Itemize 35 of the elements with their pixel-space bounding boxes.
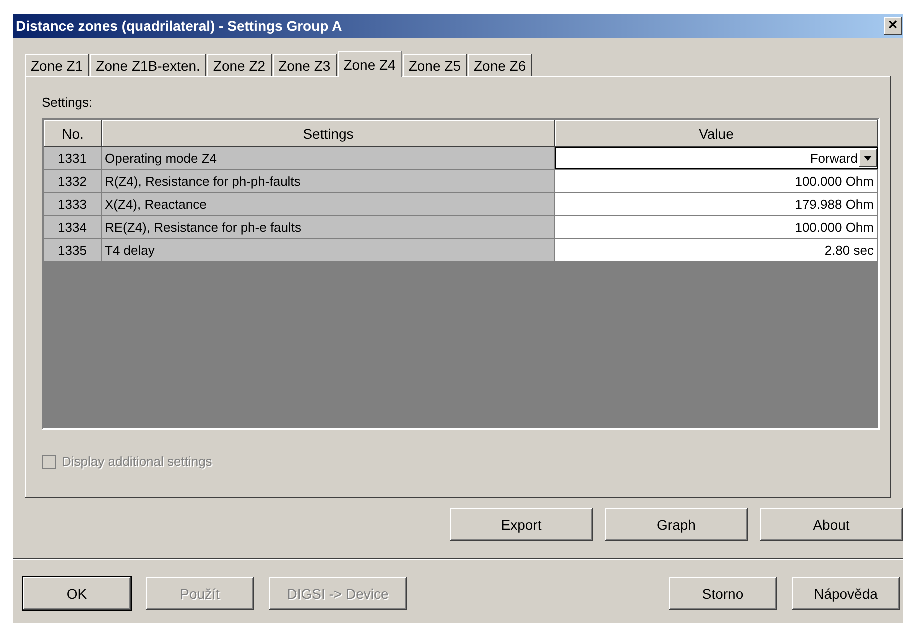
tab[interactable]: Zone Z3 [272,54,337,76]
value-cell[interactable]: 100.000 Ohm [555,170,878,193]
dialog-button[interactable]: Storno [669,577,777,610]
checkbox-label: Display additional settings [62,454,212,469]
table-cell: 1334 [44,216,102,239]
table-cell: Operating mode Z4 [102,147,555,170]
table-cell: X(Z4), Reactance [102,193,555,216]
column-header[interactable]: No. [44,120,102,147]
tool-button[interactable]: About [760,508,903,541]
table-cell: 1333 [44,193,102,216]
value-cell[interactable]: 179.988 Ohm [555,193,878,216]
tool-button[interactable]: Graph [605,508,748,541]
window-title: Distance zones (quadrilateral) - Settings Group A [16,18,342,34]
tab[interactable]: Zone Z6 [468,54,532,76]
close-button[interactable]: × [884,17,902,35]
table-cell: RE(Z4), Resistance for ph-e faults [102,216,555,239]
tab[interactable]: Zone Z2 [207,54,272,76]
tool-button[interactable]: Export [450,508,593,541]
value-cell[interactable]: 100.000 Ohm [555,216,878,239]
tab[interactable]: Zone Z1B-exten. [90,54,206,76]
table-cell: 1332 [44,170,102,193]
settings-label: Settings: [42,95,94,110]
tab[interactable]: Zone Z4 [338,51,402,77]
table-cell: T4 delay [102,239,555,262]
tab[interactable]: Zone Z1 [25,54,90,76]
tab[interactable]: Zone Z5 [402,54,467,76]
value-cell[interactable]: 2.80 sec [555,239,878,262]
table-cell: 1331 [44,147,102,170]
table-cell: R(Z4), Resistance for ph-ph-faults [102,170,555,193]
dialog-button[interactable]: OK [23,577,131,610]
column-header[interactable]: Value [555,120,878,147]
column-header[interactable]: Settings [102,120,555,147]
value-dropdown[interactable]: Forward [555,147,878,169]
dialog-button[interactable]: Nápověda [792,577,900,610]
table-cell: 1335 [44,239,102,262]
